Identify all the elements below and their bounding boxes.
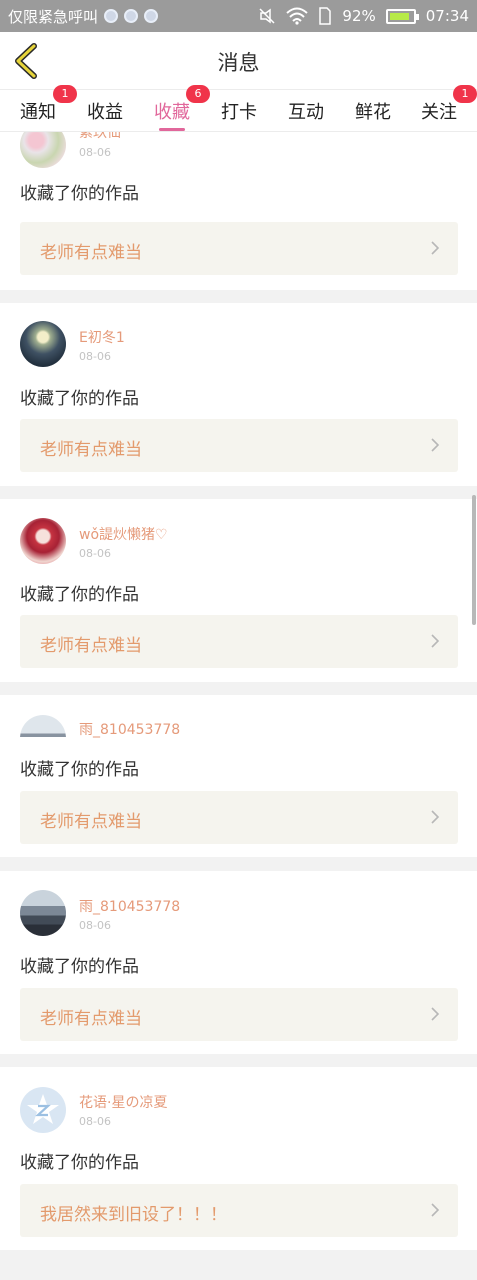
work-link[interactable]: 老师有点难当: [20, 419, 458, 472]
work-link[interactable]: 老师有点难当: [20, 222, 458, 275]
star-z-icon: [27, 1094, 59, 1124]
chevron-right-icon: [431, 810, 440, 824]
tab-checkin[interactable]: 打卡: [221, 98, 257, 124]
work-title: 老师有点难当: [40, 812, 142, 832]
status-bar: 仅限紧急呼叫 92% 07:34: [0, 0, 477, 32]
username[interactable]: 紫玖仙: [79, 132, 121, 142]
sim-icon: [319, 7, 332, 25]
action-text: 收藏了你的作品: [20, 585, 139, 605]
action-text: 收藏了你的作品: [20, 957, 139, 977]
notification-icon: [104, 9, 119, 23]
active-tab-indicator: [159, 128, 185, 131]
date: 08-06: [79, 547, 111, 560]
tab-following[interactable]: 关注: [421, 98, 457, 124]
date: 08-06: [79, 1115, 111, 1128]
username[interactable]: 雨_810453778: [79, 896, 180, 916]
favorite-card: 雨_810453778 08-06 收藏了你的作品 老师有点难当: [0, 871, 477, 1054]
notifications-badge: 1: [53, 85, 77, 103]
chevron-right-icon: [431, 1203, 440, 1217]
work-link[interactable]: 老师有点难当: [20, 615, 458, 668]
chevron-right-icon: [431, 634, 440, 648]
battery-icon: [385, 8, 419, 24]
clock: 07:34: [425, 7, 469, 25]
user-avatar[interactable]: [20, 518, 66, 564]
date: 08-06: [79, 919, 111, 932]
tab-bar: 通知 1 收益 收藏 6 打卡 互动 鲜花 关注 1: [0, 85, 477, 132]
username[interactable]: wǒ諟炏懒猪♡: [79, 524, 168, 544]
top-bar: 消息: [0, 32, 477, 90]
work-link[interactable]: 我居然来到旧设了！！！: [20, 1184, 458, 1237]
user-avatar[interactable]: [20, 715, 66, 737]
battery-percent: 92%: [342, 7, 376, 25]
page-title: 消息: [217, 51, 260, 75]
mute-icon: [259, 8, 275, 24]
action-text: 收藏了你的作品: [20, 1153, 139, 1173]
action-text: 收藏了你的作品: [20, 389, 139, 409]
favorite-card: E初冬1 08-06 收藏了你的作品 老师有点难当: [0, 303, 477, 486]
favorite-card: 雨_810453778 收藏了你的作品 老师有点难当: [0, 695, 477, 857]
favorite-card: 紫玖仙 08-06 收藏了你的作品 老师有点难当: [0, 132, 477, 290]
favorite-card: 花语·星の凉夏 08-06 收藏了你的作品 我居然来到旧设了！！！: [0, 1067, 477, 1250]
status-right: 92% 07:34: [258, 7, 469, 25]
user-avatar[interactable]: [20, 321, 66, 367]
username[interactable]: 雨_810453778: [79, 719, 180, 739]
work-title: 老师有点难当: [40, 636, 142, 656]
date: 08-06: [79, 146, 111, 159]
tab-flowers[interactable]: 鲜花: [355, 98, 391, 124]
wifi-icon: [286, 7, 309, 25]
action-text: 收藏了你的作品: [20, 760, 139, 780]
date: 08-06: [79, 350, 111, 363]
favorites-feed: 紫玖仙 08-06 收藏了你的作品 老师有点难当 E初冬1 08-06 收藏了你…: [0, 132, 477, 1280]
notification-icon: [124, 9, 139, 23]
tab-interaction[interactable]: 互动: [288, 98, 324, 124]
following-badge: 1: [453, 85, 477, 103]
carrier-text: 仅限紧急呼叫: [8, 7, 99, 26]
tab-favorites[interactable]: 收藏: [154, 98, 190, 124]
tab-earnings[interactable]: 收益: [87, 98, 123, 124]
work-title: 我居然来到旧设了！！！: [40, 1205, 227, 1225]
work-link[interactable]: 老师有点难当: [20, 988, 458, 1041]
favorite-card: wǒ諟炏懒猪♡ 08-06 收藏了你的作品 老师有点难当: [0, 499, 477, 682]
tab-notifications[interactable]: 通知: [20, 98, 56, 124]
user-avatar[interactable]: [20, 890, 66, 936]
action-text: 收藏了你的作品: [20, 184, 139, 204]
username[interactable]: 花语·星の凉夏: [79, 1092, 167, 1112]
avatar-clip: [20, 715, 66, 737]
scrollbar[interactable]: [472, 495, 476, 625]
username[interactable]: E初冬1: [79, 327, 125, 347]
favorites-badge: 6: [186, 85, 210, 103]
user-avatar[interactable]: [20, 132, 66, 168]
default-avatar-icon[interactable]: [20, 1087, 66, 1133]
status-left: 仅限紧急呼叫: [8, 6, 159, 27]
work-title: 老师有点难当: [40, 243, 142, 263]
notification-icon: [144, 9, 159, 23]
chevron-right-icon: [431, 241, 440, 255]
chevron-right-icon: [431, 438, 440, 452]
chevron-right-icon: [431, 1007, 440, 1021]
work-title: 老师有点难当: [40, 1009, 142, 1029]
work-title: 老师有点难当: [40, 440, 142, 460]
work-link[interactable]: 老师有点难当: [20, 791, 458, 844]
